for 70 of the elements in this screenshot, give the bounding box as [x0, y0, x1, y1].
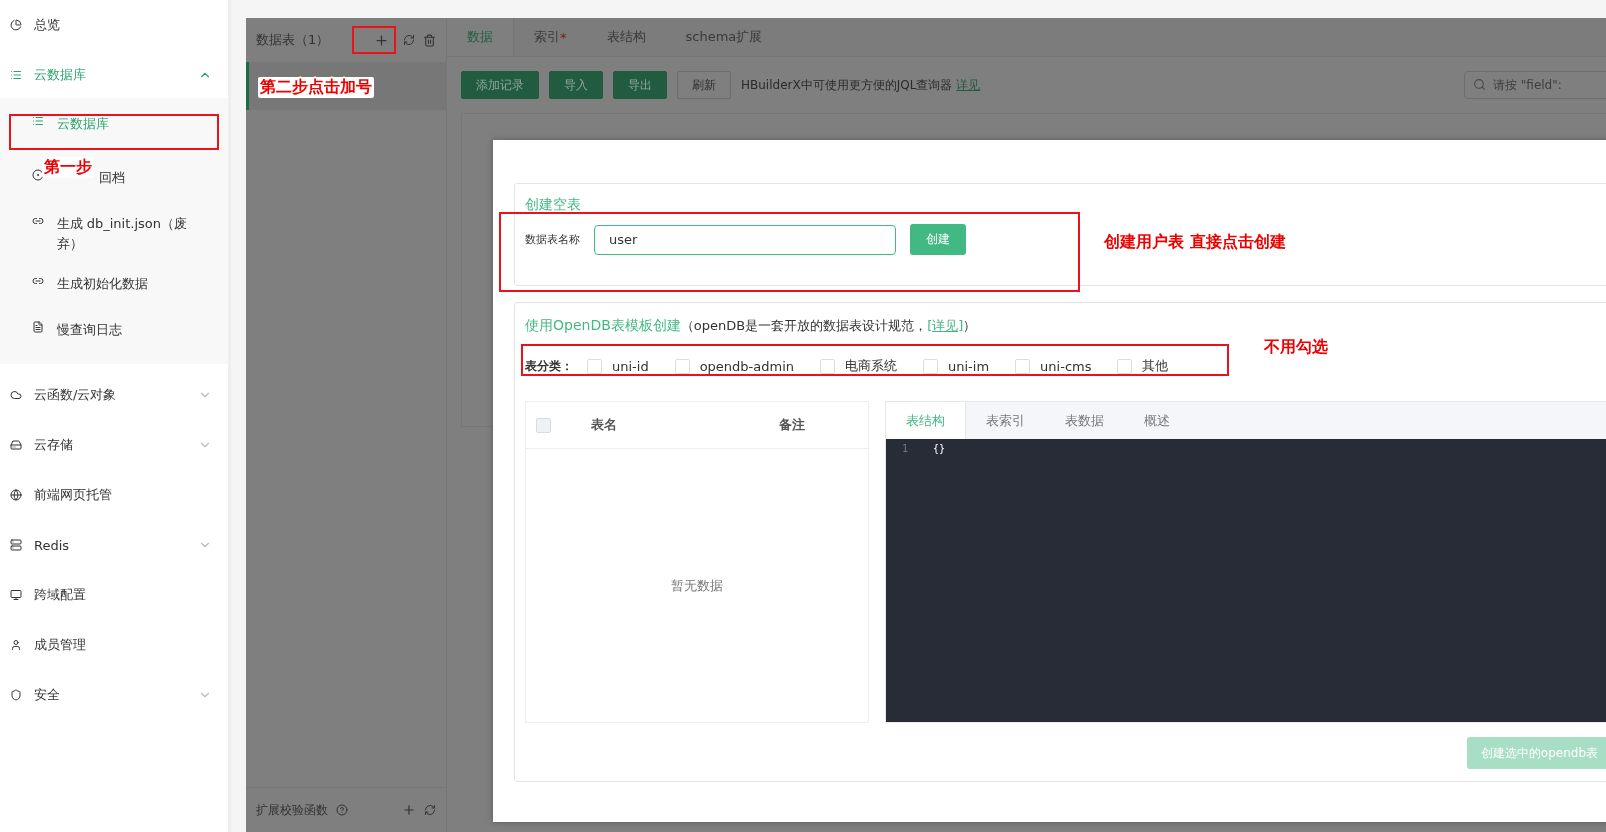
field-label: 数据表名称: [525, 232, 580, 247]
search-icon: [1473, 78, 1486, 91]
card-title: 创建空表: [525, 196, 582, 214]
shield-icon: [10, 689, 22, 701]
nav-item[interactable]: 安全: [0, 676, 228, 714]
editor-tab[interactable]: 概述: [1124, 402, 1190, 439]
panel-title: 数据表（1）: [256, 31, 331, 49]
cloud-icon: [10, 389, 22, 401]
select-all-checkbox[interactable]: [536, 417, 551, 433]
nav-item[interactable]: 成员管理: [0, 626, 228, 664]
category-option[interactable]: 电商系统: [845, 357, 898, 375]
toolbar-button[interactable]: 刷新: [677, 71, 731, 99]
table-name-input[interactable]: user: [594, 224, 896, 255]
table-list-item[interactable]: [246, 62, 446, 110]
checkbox[interactable]: [674, 358, 690, 374]
globe-icon: [10, 489, 22, 501]
pie-chart-icon: [10, 19, 22, 31]
nav-subitem[interactable]: 回档: [99, 168, 125, 188]
target-icon: [32, 169, 44, 181]
category-option[interactable]: 其他: [1142, 357, 1169, 375]
user-icon: [10, 639, 22, 651]
card-title: 使用OpenDB表模板创建（openDB是一套开放的数据表设计规范，[详见]）: [525, 318, 977, 333]
editor-tab[interactable]: 表索引: [966, 402, 1045, 439]
nav-item[interactable]: Redis: [0, 526, 228, 564]
footer-label: 扩展校验函数: [256, 801, 328, 819]
monitor-icon: [10, 589, 22, 601]
line-number: 1: [900, 443, 908, 454]
trash-icon[interactable]: [423, 33, 436, 47]
nav-item[interactable]: 前端网页托管: [0, 476, 228, 514]
annotation-text: 创建用户表 直接点击创建: [1102, 232, 1288, 253]
editor-tab[interactable]: 表数据: [1045, 402, 1124, 439]
category-option[interactable]: uni-id: [612, 358, 649, 374]
checkbox[interactable]: [820, 358, 836, 374]
column-header: 表名: [591, 416, 618, 434]
code-editor[interactable]: 1 {}: [886, 439, 1606, 722]
search-field[interactable]: 请按 "field":: [1464, 71, 1606, 99]
list-icon: [32, 115, 44, 127]
nav-item[interactable]: 跨域配置: [0, 576, 228, 614]
add-icon[interactable]: [374, 32, 389, 48]
refresh-icon[interactable]: [424, 804, 436, 816]
link-icon: [32, 275, 44, 287]
link-icon: [32, 215, 44, 227]
file-icon: [32, 321, 44, 333]
checkbox[interactable]: [587, 358, 602, 374]
nav-subitem[interactable]: 生成初始化数据: [57, 274, 148, 294]
nav-subitem[interactable]: 慢查询日志: [57, 320, 122, 340]
code-line: {}: [933, 443, 946, 454]
checkbox[interactable]: [923, 358, 939, 374]
nav-item[interactable]: 云函数/云对象: [0, 376, 228, 414]
add-icon[interactable]: [402, 803, 416, 817]
column-header: 备注: [779, 416, 806, 434]
annotation-text: 第二步点击加号: [258, 77, 374, 98]
help-icon[interactable]: [336, 804, 348, 816]
nav-item[interactable]: 云存储: [0, 426, 228, 464]
category-option[interactable]: opendb-admin: [699, 358, 795, 374]
category-option[interactable]: uni-im: [948, 358, 990, 374]
category-option[interactable]: uni-cms: [1040, 358, 1092, 374]
category-label: 表分类：: [525, 357, 573, 375]
server-icon: [10, 539, 22, 551]
empty-text: 暂无数据: [671, 576, 723, 595]
annotation-text: 第一步: [42, 157, 94, 178]
nav-item[interactable]: 总览: [0, 6, 228, 44]
hint-text: HBuilderX中可使用更方便的JQL查询器 详见: [741, 76, 981, 94]
checkbox[interactable]: [1117, 358, 1133, 374]
annotation-text: 不用勾选: [1262, 337, 1330, 358]
refresh-icon[interactable]: [403, 34, 415, 46]
nav-subitem[interactable]: 生成 db_init.json（废弃）: [56, 214, 208, 254]
highlight-frame: [352, 26, 396, 54]
list-icon: [10, 69, 22, 81]
checkbox[interactable]: [1015, 358, 1031, 374]
